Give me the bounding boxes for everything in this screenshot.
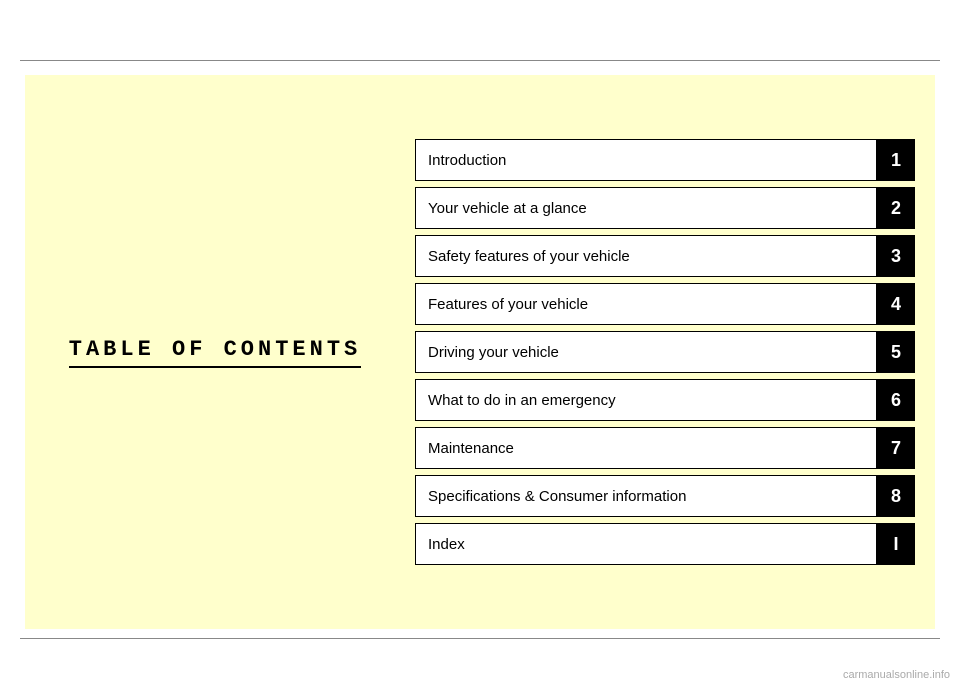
toc-item-label: Maintenance — [415, 427, 877, 469]
toc-item[interactable]: Safety features of your vehicle3 — [415, 235, 915, 277]
toc-item-number: 4 — [877, 283, 915, 325]
toc-item-label: Index — [415, 523, 877, 565]
toc-item[interactable]: Introduction1 — [415, 139, 915, 181]
toc-item[interactable]: IndexI — [415, 523, 915, 565]
toc-item-number: 6 — [877, 379, 915, 421]
toc-item-number: 3 — [877, 235, 915, 277]
toc-item[interactable]: Specifications & Consumer information8 — [415, 475, 915, 517]
toc-item-label: Features of your vehicle — [415, 283, 877, 325]
toc-item-number: 2 — [877, 187, 915, 229]
bottom-divider — [20, 638, 940, 639]
toc-item[interactable]: Driving your vehicle5 — [415, 331, 915, 373]
toc-list: Introduction1Your vehicle at a glance2Sa… — [405, 109, 935, 595]
toc-item-number: 8 — [877, 475, 915, 517]
toc-item[interactable]: Maintenance7 — [415, 427, 915, 469]
toc-item-label: Specifications & Consumer information — [415, 475, 877, 517]
toc-item-label: Introduction — [415, 139, 877, 181]
toc-item-number: 1 — [877, 139, 915, 181]
page-title: TABLE OF CONTENTS — [69, 337, 361, 368]
toc-item[interactable]: Features of your vehicle4 — [415, 283, 915, 325]
toc-item[interactable]: Your vehicle at a glance2 — [415, 187, 915, 229]
toc-item-number: I — [877, 523, 915, 565]
toc-item-label: Your vehicle at a glance — [415, 187, 877, 229]
watermark: carmanualsonline.info — [843, 669, 950, 681]
toc-item-label: Safety features of your vehicle — [415, 235, 877, 277]
toc-item-number: 5 — [877, 331, 915, 373]
left-panel: TABLE OF CONTENTS — [25, 75, 405, 629]
main-content-area: TABLE OF CONTENTS Introduction1Your vehi… — [25, 75, 935, 629]
top-divider — [20, 60, 940, 61]
toc-item-label: What to do in an emergency — [415, 379, 877, 421]
toc-item-label: Driving your vehicle — [415, 331, 877, 373]
toc-item[interactable]: What to do in an emergency6 — [415, 379, 915, 421]
toc-item-number: 7 — [877, 427, 915, 469]
